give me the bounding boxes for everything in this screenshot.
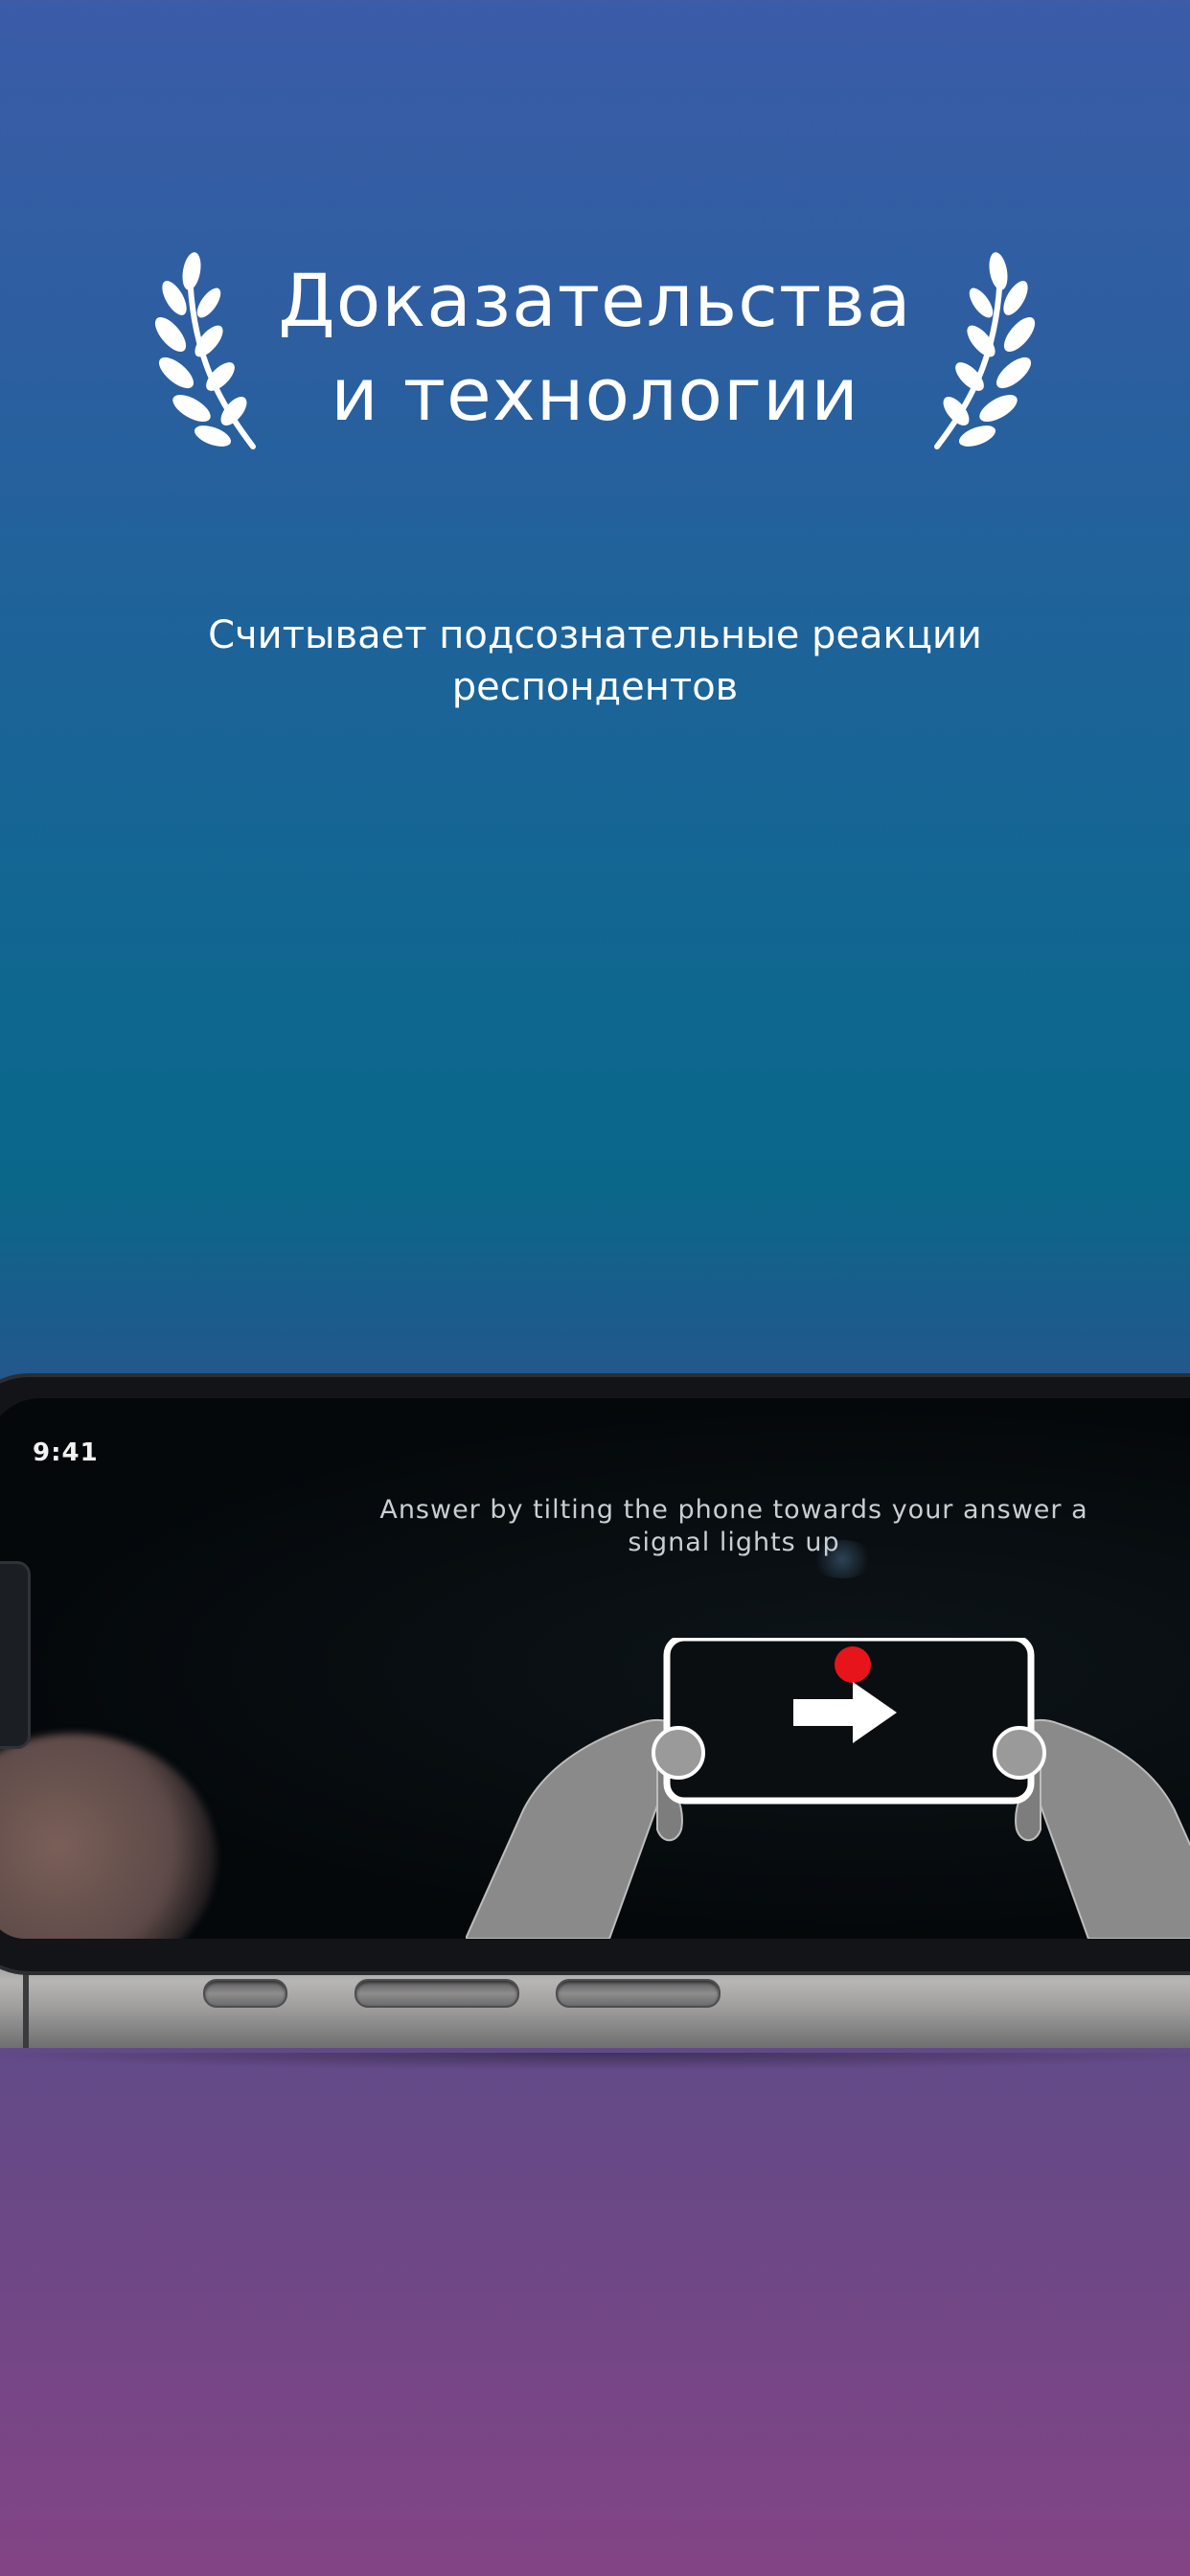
subtitle: Считывает подсознательные реакции респон… (116, 610, 1074, 713)
subtitle-line-2: респондентов (451, 665, 739, 709)
tilt-instruction: Answer by tilting the phone towards your… (255, 1494, 1190, 1559)
volume-down-button (556, 1979, 721, 2008)
volume-up-button (355, 1979, 519, 2008)
red-signal-dot (835, 1646, 871, 1683)
tilt-phone-illustration (466, 1638, 1190, 1939)
headline-line-1: Доказательства (278, 258, 912, 343)
headline-section: Доказательства и технологии (0, 244, 1190, 465)
antenna-line (23, 1962, 29, 2048)
page-title: Доказательства и технологии (249, 254, 941, 442)
instruction-line-2: signal lights up (628, 1528, 840, 1557)
phone-screen: 9:41 Answer by tilting the phone towards… (0, 1398, 1190, 1939)
blurred-option-circle (0, 1734, 217, 1939)
side-switch-button (203, 1979, 287, 2008)
headline-line-2: и технологии (331, 352, 859, 437)
laurel-right-icon (934, 252, 1036, 449)
status-bar-time: 9:41 (33, 1438, 99, 1467)
subtitle-line-1: Считывает подсознательные реакции (208, 613, 982, 657)
phone-body: 9:41 Answer by tilting the phone towards… (0, 1377, 1190, 1971)
left-edge-element (0, 1561, 31, 1749)
phone-shadow (0, 2053, 1190, 2070)
phone-mockup: 9:41 Answer by tilting the phone towards… (0, 1377, 1190, 2070)
instruction-line-1: Answer by tilting the phone towards your… (379, 1495, 1088, 1525)
